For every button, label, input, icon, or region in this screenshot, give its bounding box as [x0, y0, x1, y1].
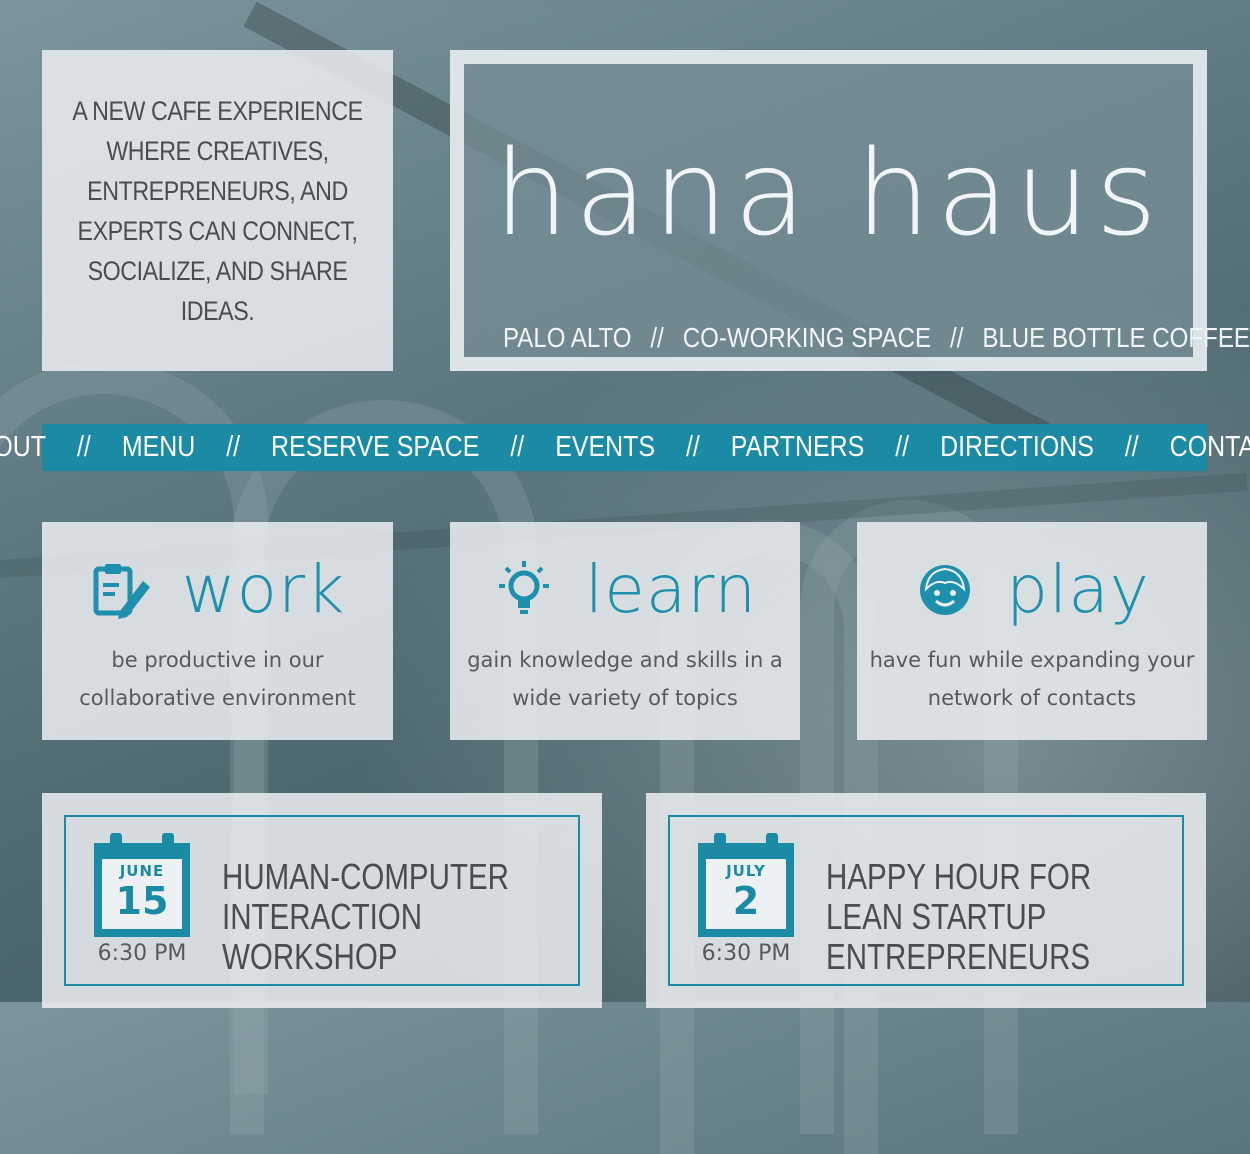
feature-header: learn	[450, 550, 800, 630]
feature-card-learn[interactable]: learn gain knowledge and skills in a wid…	[450, 522, 800, 740]
feature-title: work	[181, 551, 346, 628]
nav-separator: //	[895, 431, 910, 463]
event-day: 15	[115, 879, 169, 923]
lightbulb-icon	[493, 559, 555, 621]
subtitle-location: PALO ALTO	[502, 322, 632, 353]
event-title[interactable]: HAPPY HOUR FOR LEAN STARTUP ENTREPRENEUR…	[826, 857, 1121, 977]
tagline-text: A new cafe experience where creatives, e…	[72, 95, 363, 326]
feature-header: play	[857, 550, 1207, 630]
smiley-face-icon	[914, 559, 976, 621]
calendar-icon: JUNE 15	[94, 833, 190, 937]
nav-separator: //	[1125, 431, 1139, 463]
nav-items: ABOUT// MENU// RESERVE SPACE// EVENTS// …	[0, 431, 1250, 464]
feature-description: have fun while expanding your network of…	[869, 648, 1195, 710]
event-title[interactable]: HUMAN-COMPUTER INTERACTION WORKSHOP	[222, 857, 517, 977]
event-month: JUNE	[119, 862, 165, 880]
calendar-ring	[162, 833, 174, 855]
tagline-panel: A new cafe experience where creatives, e…	[42, 50, 393, 371]
feature-card-work[interactable]: work be productive in our collaborative …	[42, 522, 393, 740]
feature-header: work	[42, 550, 393, 630]
feature-card-play[interactable]: play have fun while expanding your netwo…	[857, 522, 1207, 740]
nav-menu[interactable]: MENU	[122, 431, 195, 464]
hero-panel: hana haus PALO ALTO // CO-WORKING SPACE // B…	[450, 50, 1250, 371]
event-month: JULY	[726, 862, 766, 880]
nav-about[interactable]: ABOUT	[0, 431, 46, 464]
calendar-face: JULY 2	[706, 859, 786, 929]
event-time: 6:30 PM	[97, 941, 187, 966]
subtitle-separator: //	[650, 322, 664, 353]
event-day: 2	[732, 879, 760, 923]
nav-contact[interactable]: CONTACT	[1170, 431, 1250, 464]
nav-separator: //	[686, 431, 701, 463]
nav-events[interactable]: EVENTS	[555, 431, 655, 464]
nav-directions[interactable]: DIRECTIONS	[940, 431, 1094, 464]
calendar-face: JUNE 15	[102, 859, 182, 929]
nav-separator: //	[226, 431, 241, 463]
calendar-ring	[766, 833, 778, 855]
event-time: 6:30 PM	[701, 941, 791, 966]
brand-subtitle: PALO ALTO // CO-WORKING SPACE // BLUE BOTTLE…	[502, 322, 1250, 354]
background-arch	[230, 400, 538, 1134]
feature-description: gain knowledge and skills in a wide vari…	[467, 648, 783, 710]
event-card[interactable]: JUNE 15 6:30 PM HUMAN-COMPUTER INTERACTI…	[42, 793, 602, 1008]
subtitle-separator: //	[950, 322, 964, 353]
calendar-ring	[110, 833, 122, 855]
nav-reserve-space[interactable]: RESERVE SPACE	[271, 431, 479, 464]
brand-logo-text: hana haus	[493, 124, 1164, 262]
subtitle-coffee: BLUE BOTTLE COFFEE	[982, 322, 1250, 353]
event-card[interactable]: JULY 2 6:30 PM HAPPY HOUR FOR LEAN START…	[646, 793, 1206, 1008]
subtitle-coworking: CO-WORKING SPACE	[682, 322, 932, 353]
nav-separator: //	[510, 431, 525, 463]
feature-title: learn	[584, 551, 758, 628]
calendar-icon: JULY 2	[698, 833, 794, 937]
feature-title: play	[1006, 551, 1150, 628]
calendar-ring	[714, 833, 726, 855]
nav-partners[interactable]: PARTNERS	[731, 431, 865, 464]
feature-description: be productive in our collaborative envir…	[79, 648, 356, 710]
main-nav: ABOUT// MENU// RESERVE SPACE// EVENTS// …	[0, 424, 1250, 471]
nav-separator: //	[77, 431, 92, 463]
clipboard-pencil-icon	[90, 559, 152, 621]
